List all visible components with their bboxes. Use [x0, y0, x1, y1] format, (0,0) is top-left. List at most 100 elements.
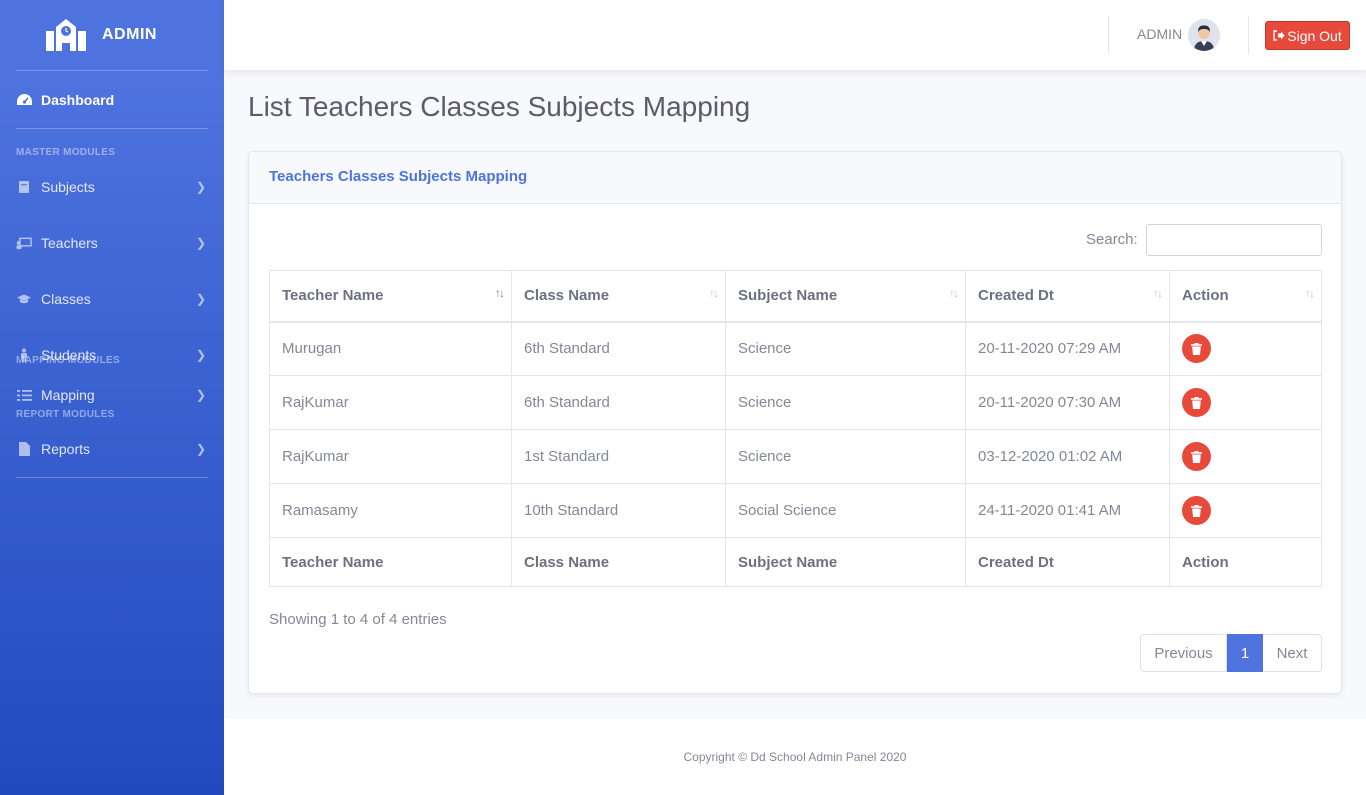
book-icon [16, 180, 32, 194]
teacher-name-cell: Murugan [269, 321, 512, 376]
search-label: Search: [1086, 231, 1138, 248]
created-dt-cell: 20-11-2020 07:30 AM [965, 375, 1170, 430]
column-footer-label: Teacher Name [269, 537, 512, 587]
sign-out-label: Sign Out [1287, 27, 1342, 44]
footer: Copyright © Dd School Admin Panel 2020 [224, 719, 1366, 795]
created-dt-cell: 24-11-2020 01:41 AM [965, 483, 1170, 538]
next-page-button[interactable]: Next [1263, 634, 1322, 672]
subject-name-cell: Science [725, 321, 966, 376]
teacher-name-cell: RajKumar [269, 375, 512, 430]
teacher-name-cell: RajKumar [269, 429, 512, 484]
school-icon [46, 19, 86, 51]
previous-page-button[interactable]: Previous [1140, 634, 1227, 672]
column-header-action[interactable]: Action ↑↓ [1169, 270, 1322, 323]
list-icon [16, 389, 32, 401]
delete-button[interactable] [1182, 388, 1211, 417]
created-dt-cell: 20-11-2020 07:29 AM [965, 321, 1170, 376]
trash-icon [1191, 396, 1202, 409]
action-cell [1169, 321, 1322, 376]
sort-icon: ↑↓ [1305, 286, 1315, 300]
table-header-row: Teacher Name ↑↓ Class Name ↑↓ Subject Na… [269, 270, 1322, 323]
file-icon [16, 442, 32, 456]
trash-icon [1191, 450, 1202, 463]
column-header-label: Created Dt [978, 287, 1054, 305]
sidebar-item-teachers[interactable]: Teachers ❯ [0, 215, 224, 271]
class-name-cell: 10th Standard [511, 483, 726, 538]
sidebar-divider [16, 477, 208, 478]
sidebar-item-classes[interactable]: Classes ❯ [0, 271, 224, 327]
page-1-button[interactable]: 1 [1227, 634, 1263, 672]
chevron-right-icon: ❯ [195, 388, 206, 402]
column-header-label: Class Name [524, 287, 610, 305]
class-name-cell: 6th Standard [511, 321, 726, 376]
chevron-right-icon: ❯ [195, 348, 206, 362]
search-input[interactable] [1146, 224, 1322, 256]
class-name-cell: 6th Standard [511, 375, 726, 430]
column-header-class-name[interactable]: Class Name ↑↓ [511, 270, 726, 323]
action-cell [1169, 375, 1322, 430]
subject-name-cell: Science [725, 375, 966, 430]
sidebar-item-subjects[interactable]: Subjects ❯ [0, 159, 224, 215]
table-row: Ramasamy 10th Standard Social Science 24… [269, 483, 1322, 538]
table-footer-row: Teacher Name Class Name Subject Name Cre… [269, 537, 1322, 587]
chevron-right-icon: ❯ [195, 292, 206, 306]
column-footer-label: Created Dt [965, 537, 1170, 587]
trash-icon [1191, 342, 1202, 355]
user-name[interactable]: ADMIN [1137, 26, 1182, 42]
sidebar-item-label: Reports [41, 441, 91, 457]
tachometer-icon [17, 93, 32, 105]
topbar-divider [1108, 16, 1109, 54]
sort-icon: ↑↓ [1153, 286, 1163, 300]
table-row: Murugan 6th Standard Science 20-11-2020 … [269, 321, 1322, 376]
teacher-name-cell: Ramasamy [269, 483, 512, 538]
sort-icon: ↑↓ [495, 286, 505, 300]
sidebar-item-label: Classes [41, 291, 91, 307]
sidebar-item-label: Subjects [41, 179, 95, 195]
subject-name-cell: Science [725, 429, 966, 484]
page-title: List Teachers Classes Subjects Mapping [248, 91, 751, 122]
delete-button[interactable] [1182, 496, 1211, 525]
sidebar-item-label: Mapping [41, 387, 95, 403]
action-cell [1169, 483, 1322, 538]
topbar-divider [1248, 16, 1249, 54]
sign-out-icon [1273, 30, 1285, 41]
sidebar-item-label: Teachers [41, 235, 98, 251]
mapping-table: Teacher Name ↑↓ Class Name ↑↓ Subject Na… [269, 270, 1322, 587]
sidebar-item-reports[interactable]: Reports ❯ [0, 421, 224, 477]
sidebar-item-label: Dashboard [41, 91, 115, 108]
column-footer-label: Class Name [511, 537, 726, 587]
column-footer-label: Subject Name [725, 537, 966, 587]
table-info: Showing 1 to 4 of 4 entries [269, 611, 447, 628]
topbar: ADMIN Sign Out [224, 0, 1366, 70]
sort-icon: ↑↓ [949, 286, 959, 300]
sign-out-button[interactable]: Sign Out [1265, 21, 1350, 50]
column-footer-label: Action [1169, 537, 1322, 587]
sort-icon: ↑↓ [709, 286, 719, 300]
copyright-text: Copyright © Dd School Admin Panel 2020 [683, 750, 907, 764]
sidebar-item-dashboard[interactable]: Dashboard [0, 71, 224, 128]
column-header-label: Teacher Name [282, 287, 384, 305]
column-header-created-dt[interactable]: Created Dt ↑↓ [965, 270, 1170, 323]
brand-name: ADMIN [102, 26, 157, 43]
brand[interactable]: ADMIN [0, 0, 224, 70]
trash-icon [1191, 504, 1202, 517]
created-dt-cell: 03-12-2020 01:02 AM [965, 429, 1170, 484]
chalkboard-teacher-icon [16, 237, 32, 250]
column-header-label: Action [1182, 287, 1229, 305]
action-cell [1169, 429, 1322, 484]
chevron-right-icon: ❯ [195, 180, 206, 194]
column-header-teacher-name[interactable]: Teacher Name ↑↓ [269, 270, 512, 323]
chevron-right-icon: ❯ [195, 442, 206, 456]
column-header-subject-name[interactable]: Subject Name ↑↓ [725, 270, 966, 323]
table-row: RajKumar 1st Standard Science 03-12-2020… [269, 429, 1322, 484]
delete-button[interactable] [1182, 334, 1211, 364]
chevron-right-icon: ❯ [195, 236, 206, 250]
column-header-label: Subject Name [738, 287, 838, 305]
avatar[interactable] [1188, 19, 1220, 51]
class-name-cell: 1st Standard [511, 429, 726, 484]
subject-name-cell: Social Science [725, 483, 966, 538]
delete-button[interactable] [1182, 442, 1211, 471]
pagination: Previous 1 Next [1140, 634, 1322, 672]
graduation-cap-icon [16, 293, 32, 305]
mapping-card: Teachers Classes Subjects Mapping Search… [248, 151, 1342, 694]
